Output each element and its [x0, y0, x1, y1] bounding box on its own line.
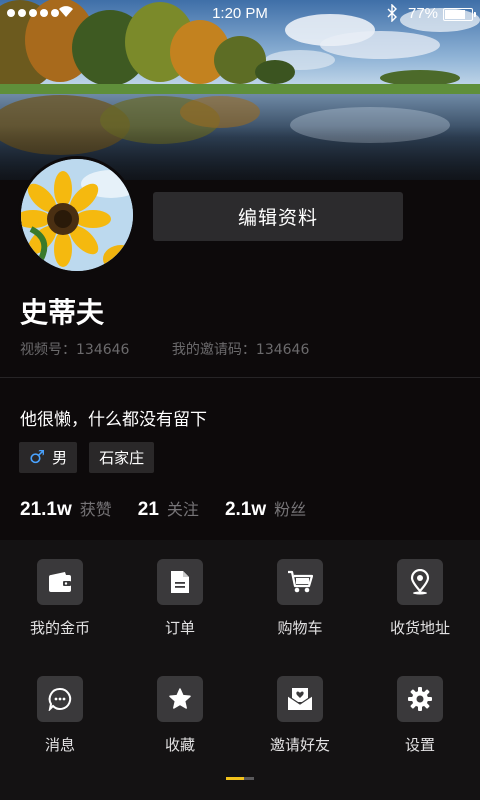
location-pin-icon — [397, 559, 443, 605]
gender-tag: ♂ 男 — [19, 442, 78, 473]
menu-item-favorites[interactable]: 收藏 — [120, 676, 240, 755]
bio: 他很懒，什么都没有留下 — [20, 410, 207, 430]
page-indicator-inactive[interactable] — [244, 777, 254, 780]
menu-label: 收藏 — [164, 736, 195, 754]
divider — [0, 377, 480, 378]
menu-item-coins[interactable]: 我的金币 — [0, 559, 120, 638]
stat-likes-value: 21.1w — [20, 499, 72, 520]
profile-stats: 21.1w 获赞 21 关注 2.1w 粉丝 — [20, 496, 332, 521]
star-icon — [157, 676, 203, 722]
document-icon — [157, 559, 203, 605]
page-indicator — [226, 777, 254, 780]
gear-icon — [397, 676, 443, 722]
chat-bubble-icon — [37, 676, 83, 722]
username: 史蒂夫 — [20, 296, 105, 329]
bluetooth-icon — [387, 3, 397, 26]
cart-icon — [277, 559, 323, 605]
wallet-icon — [37, 559, 83, 605]
menu-label: 我的金币 — [29, 619, 90, 637]
menu-label: 消息 — [44, 736, 75, 754]
stat-likes[interactable]: 21.1w 获赞 — [20, 496, 112, 521]
avatar[interactable] — [18, 156, 136, 274]
stat-followers-value: 2.1w — [224, 499, 267, 520]
profile-ids: 视频号：134646 我的邀请码：134646 — [20, 339, 309, 359]
invite-code[interactable]: 我的邀请码：134646 — [172, 339, 309, 359]
battery-icon — [443, 8, 476, 21]
menu-item-settings[interactable]: 设置 — [360, 676, 480, 755]
stat-likes-label: 获赞 — [79, 500, 112, 519]
battery-percentage: 77% — [408, 5, 439, 22]
status-bar: 1:20 PM 77% — [0, 0, 480, 30]
stat-followers-label: 粉丝 — [274, 500, 307, 519]
stat-following-value: 21 — [137, 499, 159, 520]
menu-item-address[interactable]: 收货地址 — [360, 559, 480, 638]
stat-following[interactable]: 21 关注 — [138, 496, 199, 521]
profile-tags: ♂ 男 石家庄 — [19, 442, 155, 473]
stat-following-label: 关注 — [166, 500, 199, 519]
male-icon: ♂ — [29, 447, 46, 468]
menu-label: 邀请好友 — [269, 736, 330, 754]
menu-item-orders[interactable]: 订单 — [120, 559, 240, 638]
menu-label: 收货地址 — [389, 619, 450, 637]
video-id: 视频号：134646 — [20, 342, 130, 358]
feature-menu: 我的金币 订单 购物车 收货地址 消息 收藏 邀请好友 设置 — [0, 540, 480, 800]
menu-label: 购物车 — [277, 619, 323, 637]
edit-profile-button[interactable]: 编辑资料 — [153, 192, 403, 241]
stat-followers[interactable]: 2.1w 粉丝 — [225, 496, 306, 521]
menu-label: 设置 — [404, 736, 435, 754]
menu-item-invite[interactable]: 邀请好友 — [240, 676, 360, 755]
page-indicator-active — [226, 777, 244, 780]
menu-label: 订单 — [164, 619, 195, 637]
menu-item-cart[interactable]: 购物车 — [240, 559, 360, 638]
menu-item-messages[interactable]: 消息 — [0, 676, 120, 755]
gender-label: 男 — [52, 449, 68, 467]
location-tag: 石家庄 — [89, 442, 155, 473]
location-label: 石家庄 — [99, 449, 145, 467]
invite-envelope-icon — [277, 676, 323, 722]
